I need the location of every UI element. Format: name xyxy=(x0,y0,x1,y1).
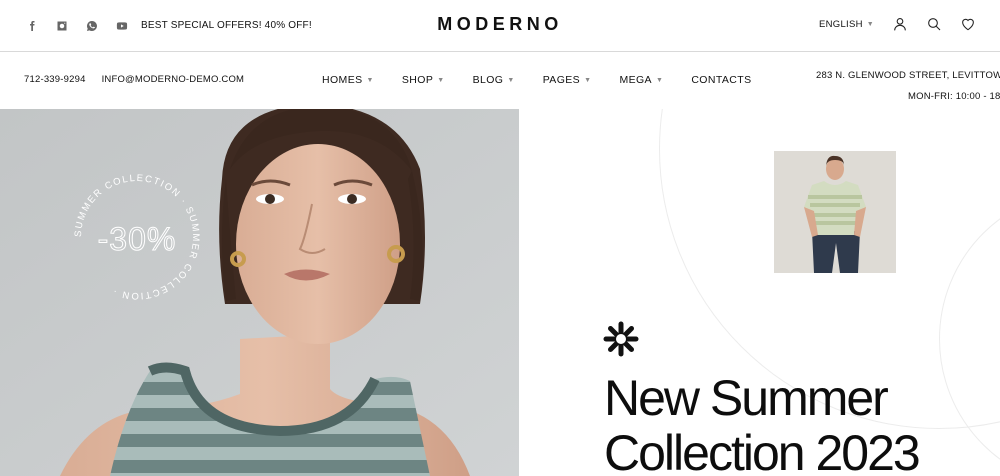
menu-item-contacts[interactable]: CONTACTS xyxy=(691,74,751,86)
store-address: 283 N. GLENWOOD STREET, LEVITTOWN, xyxy=(816,70,1000,81)
phone-link[interactable]: 712-339-9294 xyxy=(24,74,86,85)
headline-line-2: Collection 2023 xyxy=(604,425,921,476)
store-hours: MON-FRI: 10:00 - 18: xyxy=(908,91,1000,102)
main-menu: HOMES ▼ SHOP ▼ BLOG ▼ PAGES ▼ MEGA ▼ CON… xyxy=(322,74,779,86)
menu-label: SHOP xyxy=(401,74,434,86)
social-links xyxy=(24,18,130,34)
language-label: ENGLISH xyxy=(818,18,863,30)
chevron-down-icon: ▼ xyxy=(507,76,515,84)
top-bar: BEST SPECIAL OFFERS! 40% OFF! MODERNO EN… xyxy=(0,0,1000,52)
instagram-icon[interactable] xyxy=(54,18,70,34)
chevron-down-icon: ▼ xyxy=(866,20,874,28)
site-logo[interactable]: MODERNO xyxy=(437,14,563,34)
hero-content: New Summer Collection 2023 xyxy=(519,109,1000,476)
chevron-down-icon: ▼ xyxy=(366,76,374,84)
account-icon[interactable] xyxy=(892,16,908,32)
menu-item-blog[interactable]: BLOG ▼ xyxy=(473,74,515,86)
menu-label: CONTACTS xyxy=(691,74,752,86)
header-actions: ENGLISH ▼ xyxy=(819,16,976,32)
whatsapp-icon[interactable] xyxy=(84,18,100,34)
badge-discount: -30% xyxy=(98,221,177,257)
menu-label: BLOG xyxy=(472,74,504,86)
wishlist-heart-icon[interactable] xyxy=(960,16,976,32)
menu-label: PAGES xyxy=(542,74,581,86)
menu-label: MEGA xyxy=(619,74,652,86)
hero-section: SUMMER COLLECTION · SUMMER COLLECTION · … xyxy=(0,109,1000,476)
contact-info: 712-339-9294 INFO@MODERNO-DEMO.COM xyxy=(24,74,244,85)
chevron-down-icon: ▼ xyxy=(437,76,445,84)
search-icon[interactable] xyxy=(926,16,942,32)
menu-label: HOMES xyxy=(322,74,363,86)
email-link[interactable]: INFO@MODERNO-DEMO.COM xyxy=(102,74,245,85)
special-offer-text: BEST SPECIAL OFFERS! 40% OFF! xyxy=(141,20,312,31)
menu-item-mega[interactable]: MEGA ▼ xyxy=(619,74,663,86)
menu-item-homes[interactable]: HOMES ▼ xyxy=(322,74,374,86)
menu-item-pages[interactable]: PAGES ▼ xyxy=(543,74,592,86)
youtube-icon[interactable] xyxy=(114,18,130,34)
chevron-down-icon: ▼ xyxy=(584,76,592,84)
product-thumbnail[interactable] xyxy=(774,151,896,273)
asterisk-icon xyxy=(603,321,639,357)
chevron-down-icon: ▼ xyxy=(655,76,664,84)
model-thumbnail-illustration xyxy=(774,151,896,273)
hero-headline: New Summer Collection 2023 xyxy=(604,370,921,476)
nav-bar: 712-339-9294 INFO@MODERNO-DEMO.COM HOMES… xyxy=(0,53,1000,109)
store-info: 283 N. GLENWOOD STREET, LEVITTOWN, MON-F… xyxy=(816,65,1000,107)
facebook-icon[interactable] xyxy=(24,18,40,34)
headline-line-1: New Summer xyxy=(604,370,889,426)
discount-badge: SUMMER COLLECTION · SUMMER COLLECTION · … xyxy=(73,173,200,301)
language-selector[interactable]: ENGLISH ▼ xyxy=(819,19,874,30)
hero-model-photo: SUMMER COLLECTION · SUMMER COLLECTION · … xyxy=(0,109,519,476)
menu-item-shop[interactable]: SHOP ▼ xyxy=(402,74,445,86)
